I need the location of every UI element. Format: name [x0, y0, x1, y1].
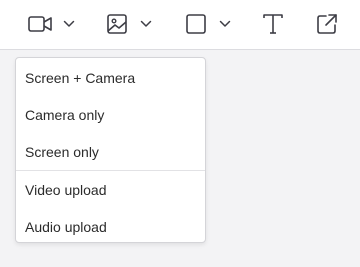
menu-item-audio-upload[interactable]: Audio upload: [16, 208, 205, 245]
record-video-button[interactable]: [27, 11, 75, 37]
chevron-down-icon: [63, 20, 75, 27]
recording-options-menu: Screen + Camera Camera only Screen only …: [15, 57, 206, 243]
chevron-down-icon: [140, 20, 152, 27]
text-icon: [263, 14, 283, 34]
video-camera-icon: [28, 16, 52, 32]
external-link-icon: [317, 14, 337, 34]
chevron-down-icon: [219, 20, 231, 27]
text-button[interactable]: [262, 11, 284, 37]
square-shape-icon: [186, 14, 206, 34]
menu-item-video-upload[interactable]: Video upload: [16, 171, 205, 208]
external-link-button[interactable]: [316, 11, 338, 37]
image-icon: [107, 14, 127, 34]
shape-button[interactable]: [185, 11, 231, 37]
image-button[interactable]: [106, 11, 152, 37]
menu-item-camera-only[interactable]: Camera only: [16, 96, 205, 133]
toolbar: [0, 0, 360, 50]
menu-item-screen-camera[interactable]: Screen + Camera: [16, 59, 205, 96]
menu-item-screen-only[interactable]: Screen only: [16, 133, 205, 170]
